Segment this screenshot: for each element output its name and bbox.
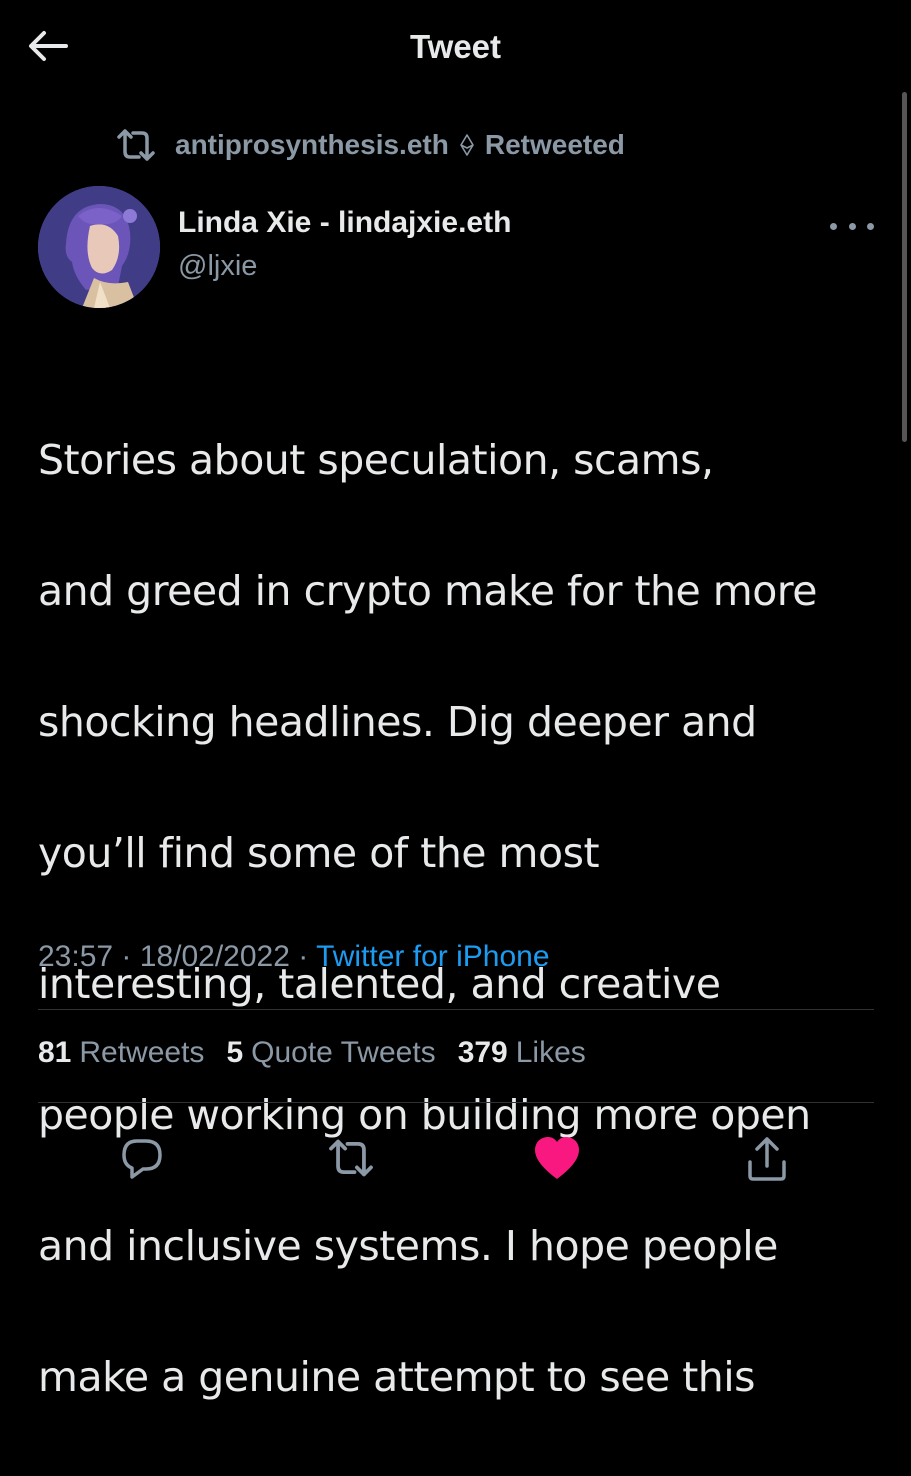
reply-button[interactable] (112, 1128, 172, 1188)
retweeted-label: Retweeted (484, 129, 625, 160)
share-icon (748, 1137, 786, 1181)
engagement-stats: 81 Retweets 5 Quote Tweets 379 Likes (38, 1036, 608, 1070)
meta-separator: · (298, 940, 309, 973)
tweet-text-line: and greed in crypto make for the more (38, 566, 817, 615)
tweet-text-line: and inclusive systems. I hope people (38, 1221, 778, 1270)
retweet-icon (329, 1139, 373, 1177)
tweet-text-line: shocking headlines. Dig deeper and (38, 697, 757, 746)
reply-icon (122, 1139, 162, 1179)
meta-separator: · (121, 940, 132, 973)
divider (38, 1102, 874, 1103)
scrollbar[interactable] (902, 92, 907, 442)
tweet-metadata: 23:57 · 18/02/2022 · Twitter for iPhone (38, 940, 550, 974)
more-icon-dot (867, 222, 874, 230)
retweet-button[interactable] (321, 1128, 381, 1188)
quote-tweets-label: Quote Tweets (251, 1036, 436, 1069)
more-options-button[interactable] (830, 212, 874, 240)
action-bar (0, 1120, 911, 1190)
tweet-text-line: Stories about speculation, scams, (38, 435, 714, 484)
like-button[interactable] (527, 1128, 587, 1188)
retweets-label: Retweets (79, 1036, 205, 1069)
tweet-text: Stories about speculation, scams, and gr… (38, 362, 888, 1476)
retweet-context[interactable]: antiprosynthesis.eth Retweeted (115, 126, 625, 164)
tweet-date: 18/02/2022 (139, 940, 290, 973)
more-icon (830, 222, 837, 230)
tweet-text-line: make a genuine attempt to see this (38, 1352, 756, 1401)
likes-count: 379 (457, 1036, 508, 1069)
likes-stat[interactable]: 379 Likes (458, 1036, 586, 1070)
tweet-time: 23:57 (38, 940, 114, 973)
more-icon-dot (848, 222, 856, 230)
page-title: Tweet (409, 28, 502, 65)
share-button[interactable] (737, 1128, 797, 1188)
divider (38, 1009, 874, 1010)
tweet-source-link[interactable]: Twitter for iPhone (316, 940, 549, 973)
author-handle[interactable]: @ljxie (178, 250, 257, 283)
heart-icon (535, 1137, 579, 1179)
likes-label: Likes (515, 1036, 586, 1069)
retweeter-name[interactable]: antiprosynthesis.eth (175, 129, 449, 161)
author-display-name[interactable]: Linda Xie - lindajxie.eth (178, 206, 511, 240)
retweets-count: 81 (38, 1036, 72, 1069)
avatar[interactable] (38, 186, 160, 308)
retweet-icon (117, 129, 155, 161)
quote-tweets-stat[interactable]: 5 Quote Tweets (226, 1036, 435, 1070)
retweets-stat[interactable]: 81 Retweets (38, 1036, 204, 1070)
avatar-illustration (38, 186, 160, 308)
ethereum-icon (460, 134, 474, 156)
top-bar: Tweet (0, 0, 911, 95)
tweet-text-line: you’ll find some of the most (38, 828, 600, 877)
quote-tweets-count: 5 (226, 1036, 244, 1069)
